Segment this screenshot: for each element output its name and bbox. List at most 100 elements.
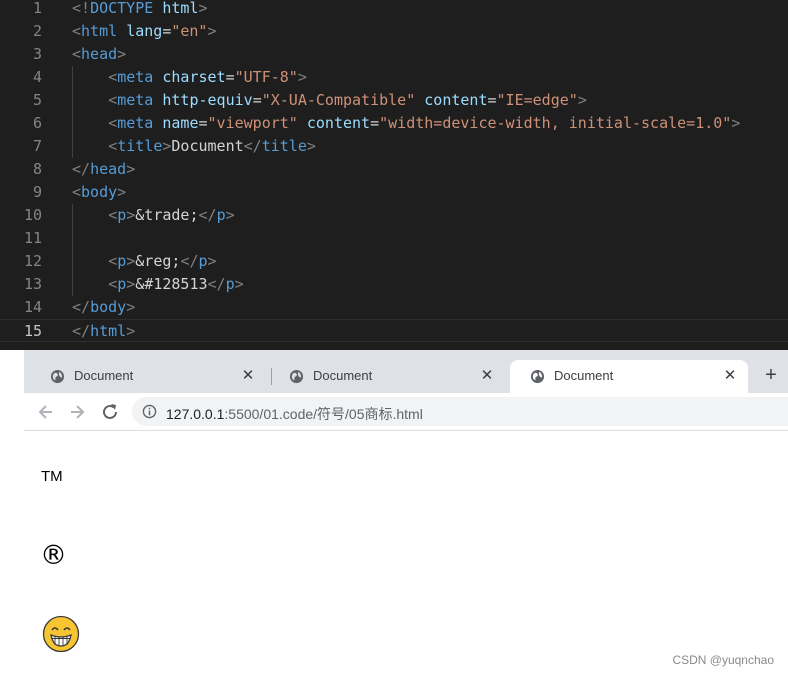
tab-document-1[interactable]: Document ✕ (30, 360, 266, 393)
code-line[interactable]: 8 </head> (0, 158, 788, 181)
back-arrow-icon[interactable] (35, 401, 57, 423)
code-line[interactable]: 7 <title>Document</title> (0, 135, 788, 158)
code-token: < (72, 45, 82, 63)
code-token: > (117, 183, 127, 201)
close-icon[interactable]: ✕ (720, 366, 740, 386)
code-line[interactable]: 15 </html> (0, 319, 788, 342)
page-content: TM ® CSDN @yuqnchao (24, 431, 788, 677)
globe-icon (530, 369, 545, 384)
code-token: lang (126, 22, 163, 40)
code-line[interactable]: 1 <!DOCTYPE html> (0, 0, 788, 20)
code-token: < (108, 114, 118, 132)
code-line[interactable]: 12 <p>&reg;</p> (0, 250, 788, 273)
code-text: <p>&#128513</p> (108, 273, 243, 296)
line-number: 13 (23, 275, 42, 293)
close-icon[interactable]: ✕ (477, 366, 497, 386)
trade-mark-text: TM (41, 468, 63, 485)
code-token: > (234, 275, 244, 293)
code-text: <p>&reg;</p> (108, 250, 216, 273)
tab-title: Document (74, 368, 134, 383)
code-token: </ (207, 275, 226, 293)
code-token: &reg; (135, 252, 181, 270)
code-token: charset (162, 68, 226, 86)
code-token: name (162, 114, 199, 132)
code-line[interactable]: 13 <p>&#128513</p> (0, 273, 788, 296)
code-token: = (162, 22, 172, 40)
code-line[interactable]: 5 <meta http-equiv="X-UA-Compatible" cont… (0, 89, 788, 112)
code-token: &trade; (135, 206, 199, 224)
forward-arrow-icon[interactable] (66, 401, 88, 423)
line-number: 2 (32, 22, 42, 40)
code-line[interactable]: 14 </body> (0, 296, 788, 319)
code-token: < (108, 137, 118, 155)
code-token: = (198, 114, 208, 132)
code-token: > (126, 275, 136, 293)
tab-document-3-active[interactable]: Document ✕ (510, 360, 748, 393)
registered-mark-text: ® (40, 540, 67, 571)
code-token: "width=device-width, initial-scale=1.0" (379, 114, 732, 132)
tab-document-2[interactable]: Document ✕ (269, 360, 505, 393)
code-token: title (117, 137, 163, 155)
code-text: <title>Document</title> (108, 135, 316, 158)
code-token: p (117, 252, 127, 270)
code-line[interactable]: 3 <head> (0, 43, 788, 66)
code-token: = (370, 114, 380, 132)
code-text: <p>&trade;</p> (108, 204, 234, 227)
code-line[interactable]: 9 <body> (0, 181, 788, 204)
code-token: < (72, 22, 82, 40)
new-tab-button[interactable]: + (761, 363, 781, 387)
code-token: meta (117, 68, 154, 86)
code-token: </ (198, 206, 217, 224)
code-token: http-equiv (162, 91, 253, 109)
code-line[interactable]: 11 (0, 227, 788, 250)
reload-icon[interactable] (99, 401, 121, 423)
code-token: "X-UA-Compatible" (261, 91, 416, 109)
tab-title: Document (313, 368, 373, 383)
code-token: > (126, 298, 136, 316)
code-line[interactable]: 6 <meta name="viewport" content="width=de… (0, 112, 788, 135)
code-token: < (108, 68, 118, 86)
code-token: </ (243, 137, 262, 155)
code-token: > (117, 45, 127, 63)
code-editor[interactable]: 1 <!DOCTYPE html> 2 <html lang="en"> 3 <head>… (0, 0, 788, 350)
code-token: > (207, 252, 217, 270)
code-token: "IE=edge" (496, 91, 578, 109)
code-token: body (90, 298, 127, 316)
code-line[interactable]: 2 <html lang="en"> (0, 20, 788, 43)
code-token: > (577, 91, 587, 109)
code-token: > (126, 252, 136, 270)
info-icon[interactable] (142, 404, 157, 419)
line-number: 14 (23, 298, 42, 316)
code-token: title (261, 137, 307, 155)
code-text: <!DOCTYPE html> (72, 0, 207, 20)
url-path: :5500/01.code/符号/05商标.html (224, 406, 423, 422)
indent-guide (72, 204, 73, 296)
line-number: 4 (32, 68, 42, 86)
code-token: <! (72, 0, 91, 17)
code-token: < (108, 252, 118, 270)
address-bar[interactable]: 127.0.0.1:5500/01.code/符号/05商标.html (132, 397, 788, 426)
grinning-face-emoji-icon (42, 615, 80, 653)
code-token: &#128513 (135, 275, 208, 293)
code-token: DOCTYPE (90, 0, 154, 17)
code-token: meta (117, 114, 154, 132)
close-icon[interactable]: ✕ (238, 366, 258, 386)
code-token: > (126, 160, 136, 178)
code-text: <meta http-equiv="X-UA-Compatible" conte… (108, 89, 587, 112)
code-token: > (126, 206, 136, 224)
url-host: 127.0.0.1 (166, 406, 225, 422)
code-line[interactable]: 10 <p>&trade;</p> (0, 204, 788, 227)
code-token: = (252, 91, 262, 109)
code-token: > (306, 137, 316, 155)
code-token: > (297, 68, 307, 86)
url-text[interactable]: 127.0.0.1:5500/01.code/符号/05商标.html (166, 404, 423, 424)
line-number: 11 (23, 229, 42, 247)
code-token: body (81, 183, 118, 201)
code-token: p (198, 252, 208, 270)
code-text: </body> (72, 296, 135, 319)
code-token: "viewport" (207, 114, 298, 132)
code-token: "UTF-8" (234, 68, 298, 86)
code-line[interactable]: 4 <meta charset="UTF-8"> (0, 66, 788, 89)
